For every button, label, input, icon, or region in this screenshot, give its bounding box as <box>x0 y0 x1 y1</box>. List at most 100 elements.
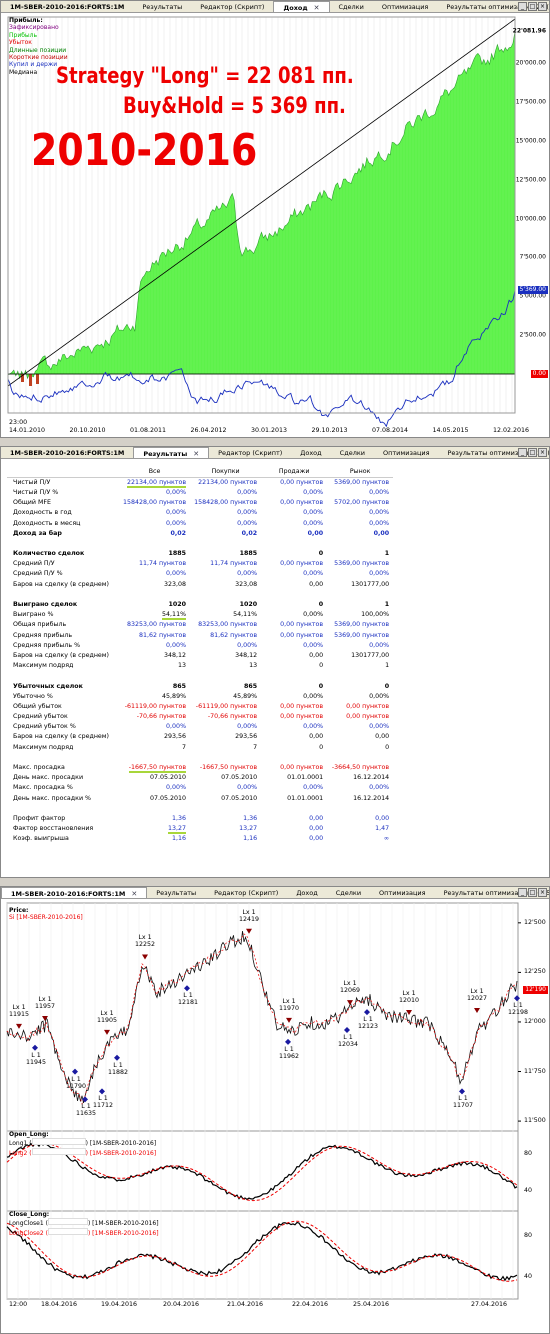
cell-value: 348,12 <box>164 651 187 659</box>
tab-4[interactable]: Сделки <box>330 1 373 12</box>
trade-price: 11945 <box>26 1058 47 1066</box>
trade-label: L 1 11882 <box>108 1062 128 1076</box>
tab-label: Доход <box>296 888 318 897</box>
table-row: Максимум подряд 13 13 0 1 <box>7 661 393 671</box>
tab-0[interactable]: 1M-SBER-2010-2016:FORTS:1M <box>1 1 133 12</box>
trade-label: Lx 1 11915 <box>9 1004 29 1018</box>
tab-4[interactable]: Сделки <box>331 447 374 458</box>
trade-label: Lx 1 11970 <box>279 998 299 1012</box>
cell-value: 5369,00 пунктов <box>334 631 390 639</box>
cell-value: 1 <box>385 662 390 670</box>
trade-price: 11962 <box>279 1052 300 1060</box>
cell-value: 1 <box>384 550 390 558</box>
highlighted-value: -1667,50 пунктов <box>128 764 187 774</box>
oscillator-tick-label: 80 <box>524 1149 533 1157</box>
trade-label: Lx 1 12069 <box>340 980 360 994</box>
tab-close-icon[interactable]: ✕ <box>311 4 320 12</box>
row-label: Средняя прибыль % <box>13 641 81 649</box>
tab-0[interactable]: 1M-SBER-2010-2016:FORTS:1M <box>1 447 133 458</box>
cell-value: 0,00% <box>369 509 390 517</box>
tab-1[interactable]: Результаты <box>133 1 191 12</box>
cell-value: 0,00% <box>166 488 187 496</box>
open-long-legend: Open_Long: Long1 () [1M-SBER-2010-2016] … <box>9 1131 156 1157</box>
tab-label: Результаты <box>156 888 197 897</box>
trade-label: L 1 11790 <box>66 1076 86 1090</box>
row-label: Средняя прибыль <box>13 631 73 639</box>
close-icon[interactable]: × <box>538 448 547 457</box>
y-tick-label: 10'000.00 <box>515 215 546 223</box>
tab-close-icon[interactable]: ✕ <box>128 890 137 898</box>
close-long-legend: Close_Long: LongClose1 () [1M-SBER-2010-… <box>9 1211 159 1237</box>
trade-price: 11790 <box>66 1082 87 1090</box>
cell-value: 0,00 пунктов <box>280 713 324 721</box>
close-icon[interactable]: × <box>538 2 547 11</box>
row-label: Баров на сделку (в среднем) <box>13 733 110 741</box>
trade-type: L 1 <box>343 1033 353 1041</box>
column-header[interactable]: Все <box>119 467 191 478</box>
table-row: Фактор восстановления 13,27 13,27 0,00 1,47 <box>7 824 393 835</box>
cell-value: 0,00% <box>303 723 324 731</box>
table-row: Количество сделок 1885 1885 0 1 <box>7 549 393 559</box>
tab-2[interactable]: Редактор (Скрипт) <box>191 1 273 12</box>
cell-value: 07.05.2010 <box>221 794 258 802</box>
cell-value: 0,00% <box>237 723 258 731</box>
cell-value <box>119 589 190 599</box>
tab-1[interactable]: Результаты <box>147 887 205 898</box>
chart-pane <box>6 902 519 1132</box>
cell-value: -3664,50 пунктов <box>331 764 390 772</box>
tab-close-icon[interactable]: ✕ <box>190 450 199 458</box>
top-value-label: 22'081.96 <box>512 27 546 35</box>
tab-1[interactable]: Результаты ✕ <box>133 447 210 458</box>
y-tick-label: 7'500.00 <box>519 253 546 261</box>
trade-label: L 1 11962 <box>279 1046 299 1060</box>
cell-value: 16.12.2014 <box>353 794 390 802</box>
tab-bar: 1M-SBER-2010-2016:FORTS:1M Результаты ✕ Ред… <box>1 447 549 459</box>
cell-value: 0,00% <box>166 570 187 578</box>
tab-4[interactable]: Сделки <box>327 887 370 898</box>
trade-price: 12252 <box>135 941 156 949</box>
legend-item: Зафиксировано <box>9 24 59 32</box>
cell-value: -70,66 пунктов <box>136 713 187 721</box>
legend-title: Прибыль: <box>9 17 43 24</box>
minimize-icon[interactable]: _ <box>518 448 527 457</box>
column-header[interactable]: Продажи <box>261 467 328 478</box>
column-header[interactable]: Рынок <box>327 467 394 478</box>
cell-value: 54,11% <box>233 611 258 619</box>
maximize-icon[interactable]: □ <box>528 2 537 11</box>
x-tick-label: 18.04.2016 <box>41 1301 78 1308</box>
column-header[interactable]: Покупки <box>190 467 262 478</box>
highlighted-value: 54,11% <box>162 611 187 621</box>
tab-3[interactable]: Доход <box>287 887 326 898</box>
table-row: Чистый П/У % 0,00% 0,00% 0,00% 0,00% <box>7 487 393 497</box>
row-label: Коэф. выигрыша <box>13 835 69 843</box>
table-row: Средний убыток -70,66 пунктов -70,66 пункт… <box>7 712 393 722</box>
cell-value: 323,08 <box>164 580 187 588</box>
maximize-icon[interactable]: □ <box>528 888 537 897</box>
table-row: Общая прибыль 83253,00 пунктов 83253,00 пу… <box>7 620 393 630</box>
x-tick-label: 01.08.2011 <box>130 427 167 434</box>
table-row: Средняя прибыль 81,62 пунктов 81,62 пункто… <box>7 630 393 640</box>
close-icon[interactable]: × <box>538 888 547 897</box>
cell-value: 0,00 <box>309 651 324 659</box>
tab-5[interactable]: Оптимизация <box>374 447 439 458</box>
tab-2[interactable]: Редактор (Скрипт) <box>205 887 287 898</box>
tab-3[interactable]: Доход ✕ <box>273 1 330 12</box>
tab-0[interactable]: 1M-SBER-2010-2016:FORTS:1M ✕ <box>1 887 148 898</box>
cell-value: 865 <box>172 682 187 690</box>
tab-5[interactable]: Оптимизация <box>370 887 435 898</box>
row-label: Профит фактор <box>13 814 66 822</box>
maximize-icon[interactable]: □ <box>528 448 537 457</box>
tab-label: Редактор (Скрипт) <box>200 2 265 11</box>
cell-value: 0 <box>319 743 324 751</box>
tab-5[interactable]: Оптимизация <box>373 1 438 12</box>
minimize-icon[interactable]: _ <box>518 2 527 11</box>
oscillator-tick-label: 80 <box>524 1231 533 1239</box>
cell-value: -61119,00 пунктов <box>124 702 187 710</box>
tab-2[interactable]: Редактор (Скрипт) <box>209 447 291 458</box>
x-tick-label: 27.04.2016 <box>471 1301 508 1308</box>
tab-label: Редактор (Скрипт) <box>214 888 279 897</box>
tab-3[interactable]: Доход <box>291 447 330 458</box>
x-tick-label: 26.04.2012 <box>190 427 227 434</box>
cell-value: 0 <box>318 550 324 558</box>
minimize-icon[interactable]: _ <box>518 888 527 897</box>
